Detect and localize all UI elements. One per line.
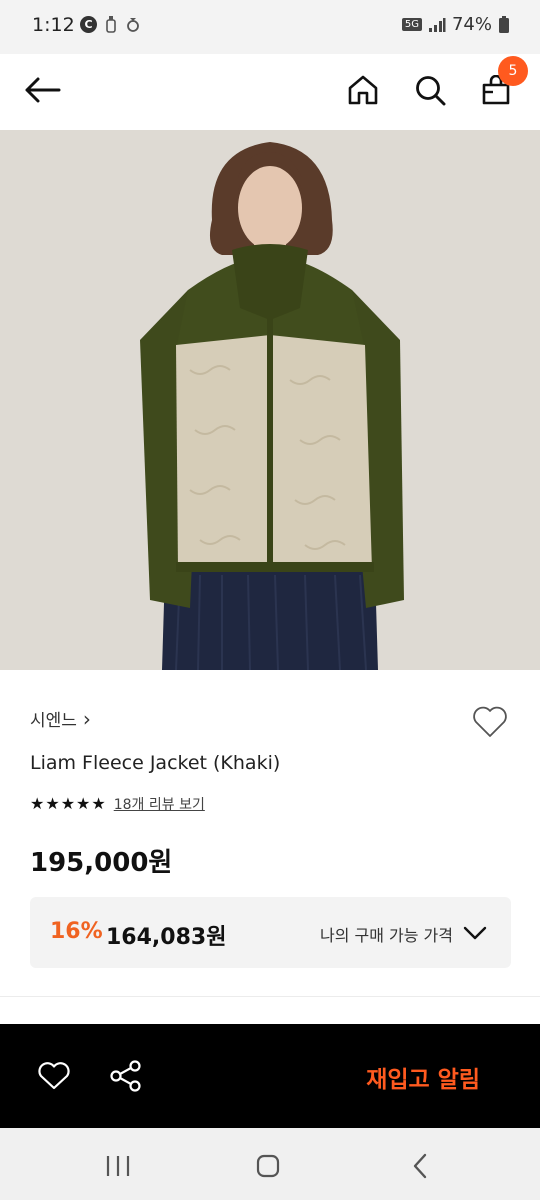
search-icon [416, 76, 446, 106]
section-divider [0, 996, 540, 997]
battery-percent: 74% [451, 14, 492, 35]
app-header: 5 [0, 54, 540, 130]
signal-icon [428, 17, 446, 32]
star-rating: ★ ★ ★ ★ ★ [30, 796, 106, 812]
bottle-icon [106, 16, 116, 33]
home-icon [348, 75, 378, 105]
network-badge: 5G [401, 18, 422, 31]
c-app-icon: C [80, 15, 97, 33]
home-circle-icon [256, 1154, 280, 1178]
recent-apps-icon [106, 1156, 130, 1176]
status-bar: 1:12 C 5G 74% [0, 0, 540, 54]
star-icon: ★ [30, 794, 45, 813]
discount-box[interactable]: 16% 164,083원 나의 구매 가능 가격 [30, 897, 511, 968]
share-button[interactable] [106, 1056, 146, 1096]
system-navigation-bar [0, 1128, 540, 1200]
home-nav-button[interactable] [248, 1146, 288, 1186]
product-info: 시엔느 › Liam Fleece Jacket (Khaki) ★ ★ ★ ★… [0, 670, 540, 996]
share-icon [110, 1060, 141, 1092]
heart-outline-icon [473, 706, 507, 737]
review-link[interactable]: 18개 리뷰 보기 [114, 794, 205, 814]
brand-link[interactable]: 시엔느 › [30, 706, 91, 732]
battery-icon [499, 15, 509, 33]
bottom-wishlist-button[interactable] [34, 1056, 74, 1096]
status-time: 1:12 [32, 14, 75, 36]
recent-apps-button[interactable] [98, 1146, 138, 1186]
notification-icons: C [80, 15, 141, 33]
original-price: 195,000원 [30, 848, 173, 878]
chevron-down-icon [461, 919, 489, 947]
cart-button[interactable]: 5 [474, 56, 528, 112]
product-image[interactable] [0, 130, 540, 670]
back-arrow-icon [25, 77, 61, 103]
restock-alert-button[interactable]: 재입고 알림 [366, 1060, 480, 1094]
bottom-action-bar: 재입고 알림 [0, 1024, 540, 1128]
rating-row: ★ ★ ★ ★ ★ 18개 리뷰 보기 [30, 794, 205, 814]
discount-price: 164,083원 [106, 925, 227, 950]
discount-rate: 16% [50, 919, 103, 944]
product-photo-illustration [0, 130, 540, 670]
cart-count-badge: 5 [498, 56, 528, 86]
wishlist-button[interactable] [470, 702, 510, 742]
my-price-label: 나의 구매 가능 가격 [319, 926, 453, 945]
heart-outline-icon [38, 1062, 70, 1090]
search-button[interactable] [408, 68, 452, 112]
star-icon: ★ [76, 794, 91, 813]
product-name: Liam Fleece Jacket (Khaki) [30, 752, 281, 774]
home-button[interactable] [341, 68, 385, 112]
star-icon: ★ [91, 794, 106, 813]
brand-name: 시엔느 [30, 711, 77, 731]
back-button[interactable] [20, 68, 64, 112]
status-right: 5G 74% [401, 14, 510, 35]
back-chevron-icon [413, 1153, 427, 1179]
ring-icon [127, 18, 139, 32]
star-icon: ★ [45, 794, 60, 813]
star-icon: ★ [60, 794, 76, 813]
chevron-right-icon: › [82, 706, 91, 731]
back-nav-button[interactable] [400, 1146, 440, 1186]
